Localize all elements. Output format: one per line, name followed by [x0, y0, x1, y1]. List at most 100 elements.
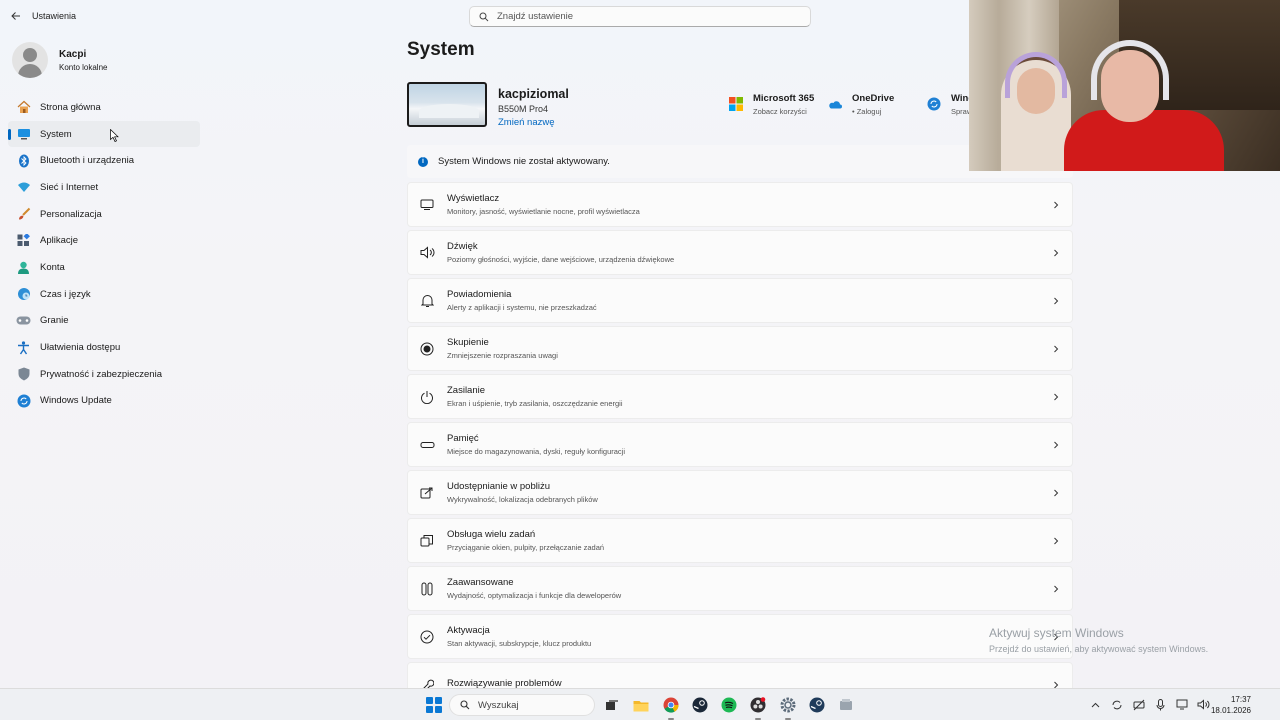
task-view-icon[interactable] — [602, 695, 622, 715]
sound-icon — [419, 245, 435, 261]
network-off-icon[interactable] — [1132, 698, 1145, 711]
card-subtitle: Monitory, jasność, wyświetlanie nocne, p… — [447, 207, 640, 216]
rename-link[interactable]: Zmień nazwę — [498, 117, 569, 128]
watermark-subtitle: Przejdź do ustawień, aby aktywować syste… — [989, 644, 1209, 654]
chrome-icon[interactable] — [661, 695, 681, 720]
bluetooth-icon — [16, 153, 31, 168]
card-title: Wyświetlacz — [447, 193, 500, 204]
app-icon[interactable] — [836, 695, 856, 715]
sidebar-item-home[interactable]: Strona główna — [8, 94, 200, 121]
quick-link-title: OneDrive — [852, 93, 895, 104]
settings-icon[interactable] — [778, 695, 798, 720]
sidebar-item-label: Sieć i Internet — [40, 181, 99, 193]
chevron-right-icon — [1054, 585, 1059, 593]
quick-link-windows-update[interactable]: Wind Spraw — [927, 93, 974, 116]
bell-icon — [419, 293, 435, 309]
chevron-right-icon — [1054, 249, 1059, 257]
advanced-icon — [419, 581, 435, 597]
obs-icon[interactable] — [748, 695, 768, 720]
apps-icon — [16, 233, 31, 248]
card-sound[interactable]: Dźwięk Poziomy głośności, wyjście, dane w… — [407, 230, 1073, 275]
chevron-up-icon[interactable] — [1089, 698, 1102, 711]
chevron-right-icon — [1054, 201, 1059, 209]
sidebar-item-accessibility[interactable]: Ułatwienia dostępu — [8, 334, 200, 361]
chevron-right-icon — [1054, 297, 1059, 305]
sidebar-item-label: Czas i język — [40, 288, 91, 300]
card-multitasking[interactable]: Obsługa wielu zadań Przyciąganie okien, p… — [407, 518, 1073, 563]
microsoft365-icon — [729, 97, 743, 111]
sidebar-item-label: Granie — [40, 315, 69, 327]
webcam-overlay — [969, 0, 1280, 171]
card-subtitle: Poziomy głośności, wyjście, dane wejścio… — [447, 255, 675, 264]
quick-link-microsoft365[interactable]: Microsoft 365 Zobacz korzyści — [729, 93, 814, 116]
gamepad-icon — [16, 313, 31, 328]
card-title: Dźwięk — [447, 241, 478, 252]
chevron-right-icon — [1054, 537, 1059, 545]
sidebar-item-system[interactable]: System — [8, 120, 200, 148]
search-input[interactable] — [497, 11, 787, 22]
card-storage[interactable]: Pamięć Miejsce do magazynowania, dyski, r… — [407, 422, 1073, 467]
back-button[interactable] — [0, 0, 32, 32]
device-model: B550M Pro4 — [498, 104, 549, 114]
taskbar-search-label: Wyszukaj — [478, 699, 519, 711]
system-tray — [1089, 698, 1218, 711]
sidebar-item-label: Bluetooth i urządzenia — [40, 155, 135, 167]
sync-icon[interactable] — [1111, 698, 1124, 711]
multitask-icon — [419, 533, 435, 549]
home-icon — [16, 100, 31, 115]
search-icon — [460, 700, 470, 710]
taskbar-clock[interactable]: 17:37 18.01.2026 — [1206, 694, 1251, 716]
taskbar-search[interactable]: Wyszukaj — [449, 694, 595, 716]
watermark-title: Aktywuj system Windows — [989, 626, 1124, 640]
brush-icon — [16, 207, 31, 222]
card-subtitle: Miejsce do magazynowania, dyski, reguły … — [447, 447, 626, 456]
clock-time: 17:37 — [1230, 695, 1251, 704]
sidebar-item-label: Ułatwienia dostępu — [40, 342, 121, 354]
sidebar-item-personalization[interactable]: Personalizacja — [8, 201, 200, 228]
steam-icon[interactable] — [690, 695, 710, 715]
activation-notice-text: System Windows nie został aktywowany. — [438, 156, 610, 167]
sidebar-item-label: Windows Update — [40, 395, 112, 407]
card-power[interactable]: Zasilanie Ekran i uśpienie, tryb zasilani… — [407, 374, 1073, 419]
taskbar: Wyszukaj 17:37 18.01.2026 — [0, 688, 1280, 720]
user-profile[interactable]: Kacpi Konto lokalne — [12, 42, 107, 78]
sidebar-item-label: Strona główna — [40, 101, 101, 113]
search-box[interactable] — [469, 6, 811, 27]
sidebar-item-apps[interactable]: Aplikacje — [8, 227, 200, 254]
card-nearby-sharing[interactable]: Udostępnianie w pobliżu Wykrywalność, lok… — [407, 470, 1073, 515]
quick-link-subtitle: Zobacz korzyści — [753, 107, 807, 116]
card-activation[interactable]: Aktywacja Stan aktywacji, subskrypcje, kl… — [407, 614, 1073, 659]
card-title: Zasilanie — [447, 385, 486, 396]
quick-link-onedrive[interactable]: OneDrive • Zaloguj — [828, 93, 894, 116]
card-title: Pamięć — [447, 433, 479, 444]
mouse-cursor-icon — [110, 129, 119, 142]
quick-link-title: Microsoft 365 — [753, 93, 815, 104]
sidebar-item-privacy[interactable]: Prywatność i zabezpieczenia — [8, 361, 200, 388]
system-icon — [16, 127, 31, 142]
device-info: kacpiziomal B550M Pro4 Zmień nazwę — [407, 82, 569, 128]
monitor-icon[interactable] — [1175, 698, 1188, 711]
start-button[interactable] — [426, 697, 442, 713]
activation-watermark: Aktywuj system Windows Przejdź do ustawi… — [989, 626, 1208, 654]
sidebar-item-gaming[interactable]: Granie — [8, 308, 200, 335]
steam-icon-2[interactable] — [807, 695, 827, 715]
display-icon — [419, 197, 435, 213]
spotify-icon[interactable] — [719, 695, 739, 715]
file-explorer-icon[interactable] — [631, 695, 651, 715]
sidebar-item-label: Aplikacje — [40, 235, 79, 247]
quick-link-subtitle: • Zaloguj — [852, 107, 882, 116]
microphone-icon[interactable] — [1154, 698, 1167, 711]
power-icon — [419, 389, 435, 405]
card-advanced[interactable]: Zaawansowane Wydajność, optymalizacja i f… — [407, 566, 1073, 611]
sidebar-item-windows-update[interactable]: Windows Update — [8, 388, 200, 415]
sidebar-item-time-language[interactable]: Czas i język — [8, 281, 200, 308]
arrow-left-icon — [11, 12, 20, 20]
sidebar-item-accounts[interactable]: Konta — [8, 254, 200, 281]
card-focus[interactable]: Skupienie Zmniejszenie rozpraszania uwagi — [407, 326, 1073, 371]
card-display[interactable]: Wyświetlacz Monitory, jasność, wyświetlan… — [407, 182, 1073, 227]
sidebar-item-bluetooth[interactable]: Bluetooth i urządzenia — [8, 147, 200, 174]
card-notifications[interactable]: Powiadomienia Alerty z aplikacji i system… — [407, 278, 1073, 323]
card-subtitle: Wykrywalność, lokalizacja odebranych pli… — [447, 495, 598, 504]
sidebar-item-network[interactable]: Sieć i Internet — [8, 174, 200, 201]
share-icon — [419, 485, 435, 501]
